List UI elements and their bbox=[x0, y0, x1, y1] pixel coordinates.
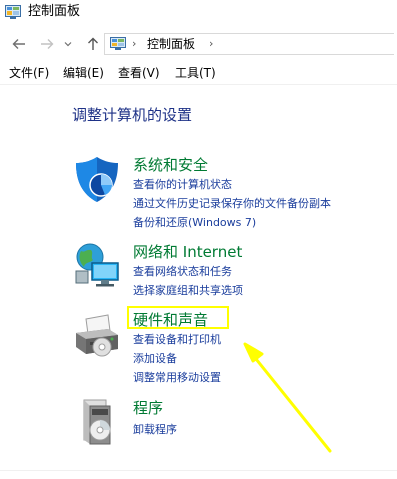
control-panel-window: 控制面板 › 控制面板 › 文件(F) 编辑(E) 查看(V) 工具(T) 调整… bbox=[0, 0, 397, 479]
control-panel-icon bbox=[5, 5, 21, 19]
category-system-security[interactable]: 系统和安全 bbox=[133, 155, 208, 175]
link-devices-printers[interactable]: 查看设备和打印机 bbox=[133, 332, 221, 347]
link-add-device[interactable]: 添加设备 bbox=[133, 351, 177, 366]
menu-file[interactable]: 文件(F) bbox=[9, 65, 49, 81]
network-globe-icon[interactable] bbox=[72, 241, 122, 291]
category-programs[interactable]: 程序 bbox=[133, 398, 163, 418]
menu-tools[interactable]: 工具(T) bbox=[175, 65, 216, 81]
back-arrow-icon bbox=[12, 39, 25, 49]
link-homegroup-sharing[interactable]: 选择家庭组和共享选项 bbox=[133, 283, 243, 298]
menu-edit[interactable]: 编辑(E) bbox=[63, 65, 104, 81]
up-arrow-icon bbox=[88, 37, 98, 50]
link-view-computer-status[interactable]: 查看你的计算机状态 bbox=[133, 177, 232, 192]
programs-disc-icon[interactable] bbox=[72, 396, 122, 446]
status-divider bbox=[0, 470, 397, 471]
link-uninstall-program[interactable]: 卸载程序 bbox=[133, 422, 177, 437]
shield-icon[interactable] bbox=[72, 154, 122, 204]
page-heading: 调整计算机的设置 bbox=[72, 106, 193, 124]
breadcrumb-separator[interactable]: › bbox=[132, 35, 136, 53]
category-network-internet[interactable]: 网络和 Internet bbox=[133, 242, 242, 262]
link-view-network-status[interactable]: 查看网络状态和任务 bbox=[133, 264, 232, 279]
link-mobility-settings[interactable]: 调整常用移动设置 bbox=[133, 370, 221, 385]
highlight-box bbox=[127, 306, 229, 329]
recent-locations-button[interactable] bbox=[62, 35, 74, 53]
chevron-down-icon bbox=[64, 42, 72, 47]
printer-icon[interactable] bbox=[72, 311, 122, 361]
main-content: 调整计算机的设置 系统和安全 查看你的计算机状态 通过文件历史记录保存你的文件备… bbox=[0, 86, 397, 479]
link-file-history-backup[interactable]: 通过文件历史记录保存你的文件备份副本 bbox=[133, 196, 331, 211]
up-button[interactable] bbox=[84, 35, 102, 53]
navigation-bar: › 控制面板 › bbox=[0, 30, 397, 60]
back-button[interactable] bbox=[10, 35, 28, 53]
window-title: 控制面板 bbox=[28, 4, 81, 19]
address-bar[interactable]: › 控制面板 › bbox=[104, 33, 394, 55]
breadcrumb-control-panel[interactable]: 控制面板 bbox=[147, 35, 195, 53]
menu-bar: 文件(F) 编辑(E) 查看(V) 工具(T) bbox=[0, 62, 397, 85]
control-panel-icon bbox=[110, 37, 126, 50]
menu-view[interactable]: 查看(V) bbox=[118, 65, 160, 81]
breadcrumb-separator[interactable]: › bbox=[209, 35, 213, 53]
forward-arrow-icon bbox=[41, 39, 54, 49]
forward-button[interactable] bbox=[38, 35, 56, 53]
title-bar: 控制面板 bbox=[0, 0, 397, 28]
link-backup-restore[interactable]: 备份和还原(Windows 7) bbox=[133, 215, 256, 230]
